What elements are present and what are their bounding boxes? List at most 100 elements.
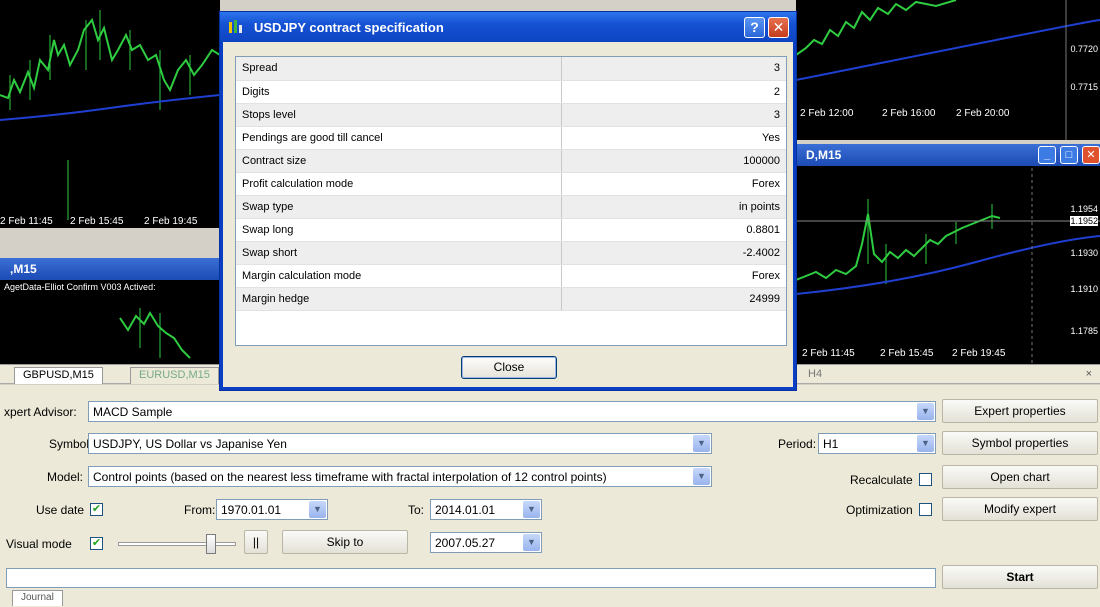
- price-label: 1.1910: [1070, 284, 1098, 294]
- spec-row[interactable]: Contract size 100000: [236, 149, 786, 173]
- price-bars: [796, 144, 1100, 364]
- model-label: Model:: [47, 470, 84, 484]
- use-date-label: Use date: [36, 503, 85, 517]
- tabs-scroll-icon[interactable]: ×: [1086, 368, 1092, 380]
- spec-key: Swap long: [236, 218, 562, 242]
- time-label: 2 Feb 19:45: [144, 216, 198, 227]
- spec-row[interactable]: Pendings are good till cancel Yes: [236, 126, 786, 150]
- time-label: 2 Feb 15:45: [880, 348, 934, 359]
- spec-row[interactable]: Margin calculation mode Forex: [236, 264, 786, 288]
- chart-comment: AgetData-Elliot Confirm V003 Actived:: [4, 282, 156, 292]
- spec-row[interactable]: Swap long 0.8801: [236, 218, 786, 242]
- tab-eurusd-m15[interactable]: EURUSD,M15: [130, 367, 219, 384]
- close-button[interactable]: Close: [461, 356, 557, 379]
- minimize-button[interactable]: _: [1038, 146, 1056, 164]
- optimization-checkbox[interactable]: [919, 503, 932, 516]
- modify-expert-button[interactable]: Modify expert: [942, 497, 1098, 521]
- period-select[interactable]: H1 ▼: [818, 433, 936, 454]
- price-label-current: 1.1952: [1070, 216, 1098, 226]
- spec-row[interactable]: Spread 3: [236, 57, 786, 81]
- chevron-down-icon[interactable]: ▼: [693, 435, 710, 452]
- help-icon[interactable]: ?: [744, 17, 765, 38]
- symbol-select[interactable]: USDJPY, US Dollar vs Japanise Yen ▼: [88, 433, 712, 454]
- close-window-button[interactable]: ✕: [1082, 146, 1100, 164]
- spec-value: 24999: [561, 287, 786, 311]
- period-value: H1: [823, 437, 839, 451]
- visual-mode-label: Visual mode: [6, 537, 72, 551]
- speed-slider-thumb[interactable]: [206, 534, 216, 554]
- spec-row[interactable]: Digits 2: [236, 80, 786, 104]
- spec-value: 100000: [561, 149, 786, 173]
- skip-to-date-picker[interactable]: 2007.05.27 ▼: [430, 532, 542, 553]
- spec-key: Contract size: [236, 149, 562, 173]
- spec-value: Forex: [561, 264, 786, 288]
- expert-properties-button[interactable]: Expert properties: [942, 399, 1098, 423]
- pause-button[interactable]: ||: [244, 530, 268, 554]
- time-label: 2 Feb 11:45: [0, 216, 53, 227]
- chart-title: D,M15: [806, 148, 842, 162]
- spec-key: Margin hedge: [236, 287, 562, 311]
- chart-left-top[interactable]: 2 Feb 11:45 2 Feb 15:45 2 Feb 19:45: [0, 0, 220, 228]
- app-icon: [229, 20, 242, 33]
- spec-row[interactable]: Stops level 3: [236, 103, 786, 127]
- use-date-checkbox[interactable]: ✔: [90, 503, 103, 516]
- chevron-down-icon[interactable]: ▼: [309, 501, 326, 518]
- to-date-picker[interactable]: 2014.01.01 ▼: [430, 499, 542, 520]
- symbol-properties-button[interactable]: Symbol properties: [942, 431, 1098, 455]
- chevron-down-icon[interactable]: ▼: [523, 501, 540, 518]
- time-label: 2 Feb 20:00: [956, 108, 1010, 119]
- expert-advisor-select[interactable]: MACD Sample ▼: [88, 401, 936, 422]
- skip-to-button[interactable]: Skip to: [282, 530, 408, 554]
- visual-mode-checkbox[interactable]: ✔: [90, 537, 103, 550]
- tab-h4[interactable]: H4: [800, 367, 830, 384]
- close-icon[interactable]: ✕: [768, 17, 789, 38]
- spec-key: Swap type: [236, 195, 562, 219]
- spec-key: Margin calculation mode: [236, 264, 562, 288]
- tab-gbpusd-m15[interactable]: GBPUSD,M15: [14, 367, 103, 384]
- chart-right-bottom-titlebar[interactable]: D,M15 _ □ ✕: [796, 144, 1100, 166]
- spec-row[interactable]: Profit calculation mode Forex: [236, 172, 786, 196]
- test-progress-bar: [6, 568, 936, 588]
- tab-journal[interactable]: Journal: [12, 590, 63, 606]
- spec-row[interactable]: Swap type in points: [236, 195, 786, 219]
- expert-advisor-label: xpert Advisor:: [4, 405, 77, 419]
- dialog-title: USDJPY contract specification: [254, 20, 444, 35]
- recalculate-checkbox[interactable]: [919, 473, 932, 486]
- start-button[interactable]: Start: [942, 565, 1098, 589]
- time-label: 2 Feb 12:00: [800, 108, 854, 119]
- spec-key: Swap short: [236, 241, 562, 265]
- spec-key: Profit calculation mode: [236, 172, 562, 196]
- time-label: 2 Feb 16:00: [882, 108, 936, 119]
- time-label: 2 Feb 19:45: [952, 348, 1006, 359]
- chevron-down-icon[interactable]: ▼: [917, 435, 934, 452]
- time-label: 2 Feb 15:45: [70, 216, 124, 227]
- time-label: 2 Feb 11:45: [802, 348, 855, 359]
- speed-slider-track[interactable]: [118, 542, 236, 546]
- chevron-down-icon[interactable]: ▼: [693, 468, 710, 485]
- spec-value: Forex: [561, 172, 786, 196]
- chevron-down-icon[interactable]: ▼: [523, 534, 540, 551]
- price-label: 1.1930: [1070, 248, 1098, 258]
- model-select[interactable]: Control points (based on the nearest les…: [88, 466, 712, 487]
- spec-row[interactable]: Margin hedge 24999: [236, 287, 786, 311]
- from-date-picker[interactable]: 1970.01.01 ▼: [216, 499, 328, 520]
- open-chart-button[interactable]: Open chart: [942, 465, 1098, 489]
- from-label: From:: [184, 503, 216, 517]
- maximize-button[interactable]: □: [1060, 146, 1078, 164]
- dialog-titlebar[interactable]: USDJPY contract specification ? ✕: [220, 12, 796, 42]
- chart-left-bottom-titlebar[interactable]: ,M15: [0, 258, 220, 280]
- price-label: 0.7720: [1070, 44, 1098, 54]
- chart-right-top[interactable]: 0.7720 0.7715 2 Feb 12:00 2 Feb 16:00 2 …: [796, 0, 1100, 140]
- spec-key: Spread: [236, 57, 562, 81]
- chevron-down-icon[interactable]: ▼: [917, 403, 934, 420]
- spec-value: -2.4002: [561, 241, 786, 265]
- spec-key: Stops level: [236, 103, 562, 127]
- price-label: 0.7715: [1070, 82, 1098, 92]
- spec-key: Pendings are good till cancel: [236, 126, 562, 150]
- price-label: 1.1954: [1070, 204, 1098, 214]
- spec-value: 3: [561, 103, 786, 127]
- chart-right-bottom[interactable]: 1.1954 1.1952 1.1930 1.1910 1.1785 2 Feb…: [796, 144, 1100, 364]
- recalculate-label: Recalculate: [850, 473, 913, 487]
- spec-row[interactable]: Swap short -2.4002: [236, 241, 786, 265]
- strategy-tester-panel: xpert Advisor: MACD Sample ▼ Expert prop…: [0, 385, 1100, 607]
